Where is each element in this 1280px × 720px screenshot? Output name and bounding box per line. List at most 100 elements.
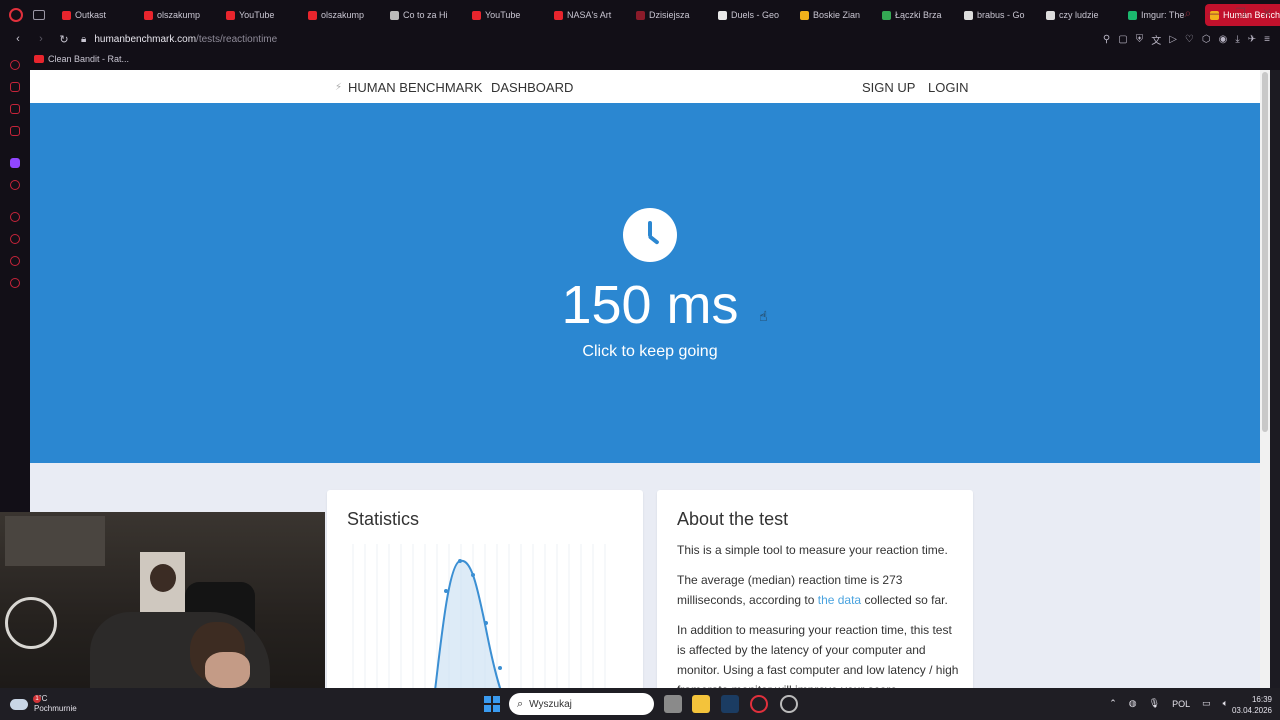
hand-cursor-icon: ☝︎ bbox=[759, 308, 768, 324]
windows-taskbar: 1 6°C Pochmurnie ⌕ Wyszukaj ⌃ ◍ 🎙︎ POL ▭… bbox=[0, 688, 1280, 720]
pin-icon[interactable]: ⚲ bbox=[1103, 34, 1110, 45]
time: 16:39 bbox=[1251, 695, 1272, 704]
shield-icon[interactable]: ⛨ bbox=[1136, 34, 1144, 45]
opera-logo-icon[interactable] bbox=[9, 8, 23, 22]
search-tabs-icon[interactable]: ⌕ bbox=[1184, 6, 1191, 21]
extensions-icon[interactable]: ⬡ bbox=[1202, 34, 1211, 45]
tab-favicon-icon bbox=[144, 10, 153, 20]
tab-label: Co to za Hi bbox=[403, 10, 448, 20]
bookmark-item[interactable]: Clean Bandit - Rat... bbox=[34, 54, 129, 64]
login-link[interactable]: LOGIN bbox=[928, 80, 968, 95]
opera-gx-taskbar-icon[interactable] bbox=[750, 695, 768, 713]
file-explorer-icon[interactable] bbox=[692, 695, 710, 713]
microphone-icon[interactable]: 🎙︎ bbox=[1149, 698, 1160, 709]
search-placeholder: Wyszukaj bbox=[529, 698, 572, 710]
keep-going-prompt: Click to keep going bbox=[582, 343, 718, 360]
network-tray-icon[interactable]: ◍ bbox=[1129, 698, 1137, 709]
signup-link[interactable]: SIGN UP bbox=[862, 80, 915, 95]
back-icon[interactable]: ‹ bbox=[13, 33, 23, 45]
music-icon[interactable] bbox=[10, 126, 20, 136]
brand-link[interactable]: ⚡︎ HUMAN BENCHMARK bbox=[335, 80, 482, 95]
browser-tab[interactable]: brabus - Go bbox=[959, 4, 1033, 26]
tab-label: Imgur: The bbox=[1141, 10, 1185, 20]
search-icon: ⌕ bbox=[517, 697, 524, 710]
cloud-icon: 1 bbox=[10, 694, 41, 710]
browser-tab[interactable]: Co to za Hi bbox=[385, 4, 459, 26]
obs-icon[interactable] bbox=[780, 695, 798, 713]
browser-tab[interactable]: olszakump bbox=[303, 4, 377, 26]
profile-icon[interactable]: ◉ bbox=[1219, 34, 1228, 45]
heart-icon[interactable]: ♡ bbox=[1185, 34, 1194, 45]
minimize-icon[interactable]: — bbox=[1207, 6, 1219, 21]
tab-label: Outkast bbox=[75, 10, 107, 20]
distribution-point bbox=[498, 666, 502, 670]
about-card: About the test This is a simple tool to … bbox=[657, 490, 973, 688]
brand-label: HUMAN BENCHMARK bbox=[348, 80, 483, 95]
the-data-link[interactable]: the data bbox=[818, 593, 861, 607]
workspaces-icon[interactable] bbox=[33, 10, 45, 20]
messenger-icon[interactable] bbox=[10, 104, 20, 114]
history-icon[interactable] bbox=[10, 234, 20, 244]
url-field[interactable]: humanbenchmark.com/tests/reactiontime bbox=[94, 34, 277, 45]
player-icon[interactable] bbox=[10, 212, 20, 222]
browser-tab[interactable]: YouTube bbox=[467, 4, 541, 26]
url-domain: humanbenchmark.com bbox=[94, 33, 197, 45]
sync-icon[interactable] bbox=[10, 60, 20, 70]
taskbar-clock[interactable]: 16:39 03.04.2026 bbox=[1232, 694, 1272, 716]
browser-tab[interactable]: Boskie Zian bbox=[795, 4, 869, 26]
page-scrollbar[interactable] bbox=[1260, 70, 1270, 688]
browser-tab[interactable]: Łączki Brza bbox=[877, 4, 951, 26]
play-icon[interactable]: ▷ bbox=[1169, 34, 1177, 45]
reaction-distribution-chart bbox=[352, 544, 606, 688]
tab-favicon-icon bbox=[62, 10, 71, 20]
tab-label: Duels - Geo bbox=[731, 10, 780, 20]
about-text: This is a simple tool to measure your re… bbox=[677, 540, 959, 688]
menu-icon[interactable]: ≡ bbox=[1264, 34, 1270, 45]
tab-favicon-icon bbox=[800, 10, 809, 20]
maximize-icon[interactable]: ❐ bbox=[1235, 6, 1246, 21]
browser-tab[interactable]: Duels - Geo bbox=[713, 4, 787, 26]
tab-label: olszakump bbox=[321, 10, 365, 20]
about-paragraph-3: In addition to measuring your reaction t… bbox=[677, 623, 959, 688]
translate-icon[interactable]: 文 bbox=[1151, 32, 1161, 47]
tab-favicon-icon bbox=[472, 10, 481, 20]
webcam-overlay bbox=[0, 512, 325, 688]
browser-tab[interactable]: Dzisiejsza bbox=[631, 4, 705, 26]
forward-icon[interactable]: › bbox=[36, 33, 46, 45]
volume-icon[interactable]: 🔈︎ bbox=[1223, 698, 1228, 709]
youtube-sidebar-icon[interactable] bbox=[10, 180, 20, 190]
browser-tab[interactable]: NASA's Art bbox=[549, 4, 623, 26]
tray-chevron-icon[interactable]: ⌃ bbox=[1109, 698, 1117, 709]
extensions-sidebar-icon[interactable] bbox=[10, 256, 20, 266]
browser-tab[interactable]: czy ludzie bbox=[1041, 4, 1115, 26]
reaction-test-area[interactable]: 150 ms Click to keep going ☝︎ bbox=[30, 103, 1270, 463]
browser-tab[interactable]: YouTube bbox=[221, 4, 295, 26]
address-bar: ‹ › ↻ 🔒︎ humanbenchmark.com/tests/reacti… bbox=[0, 30, 1280, 48]
steam-icon[interactable] bbox=[721, 695, 739, 713]
tab-label: NASA's Art bbox=[567, 10, 612, 20]
close-window-icon[interactable]: ✕ bbox=[1262, 6, 1272, 21]
tab-label: Dzisiejsza bbox=[649, 10, 690, 20]
download-icon[interactable]: ⤓ bbox=[1235, 34, 1239, 45]
aria-icon[interactable] bbox=[10, 82, 20, 92]
twitch-icon[interactable] bbox=[10, 158, 20, 168]
language-indicator[interactable]: POL bbox=[1172, 699, 1190, 709]
settings-icon[interactable] bbox=[10, 278, 20, 288]
reload-icon[interactable]: ↻ bbox=[59, 33, 69, 46]
distribution-point bbox=[471, 573, 475, 577]
date: 03.04.2026 bbox=[1231, 706, 1272, 715]
browser-tab[interactable]: Outkast bbox=[57, 4, 131, 26]
snapshot-icon[interactable]: ▢ bbox=[1118, 34, 1127, 45]
display-icon[interactable]: ▭ bbox=[1202, 698, 1211, 709]
browser-tab[interactable]: olszakump bbox=[139, 4, 213, 26]
weather-widget[interactable]: 1 6°C Pochmurnie bbox=[10, 694, 77, 714]
lock-icon[interactable]: 🔒︎ bbox=[81, 34, 86, 45]
tab-strip: Outkast olszakump YouTube olszakump Co to za… bbox=[57, 4, 1280, 26]
task-view-icon[interactable] bbox=[664, 695, 682, 713]
taskbar-search[interactable]: ⌕ Wyszukaj bbox=[509, 693, 654, 715]
dashboard-link[interactable]: DASHBOARD bbox=[491, 80, 573, 95]
ai-icon[interactable]: ✈ bbox=[1248, 34, 1256, 45]
tab-favicon-icon bbox=[964, 10, 973, 20]
start-menu-icon[interactable] bbox=[484, 696, 500, 712]
bolt-icon: ⚡︎ bbox=[335, 82, 343, 93]
